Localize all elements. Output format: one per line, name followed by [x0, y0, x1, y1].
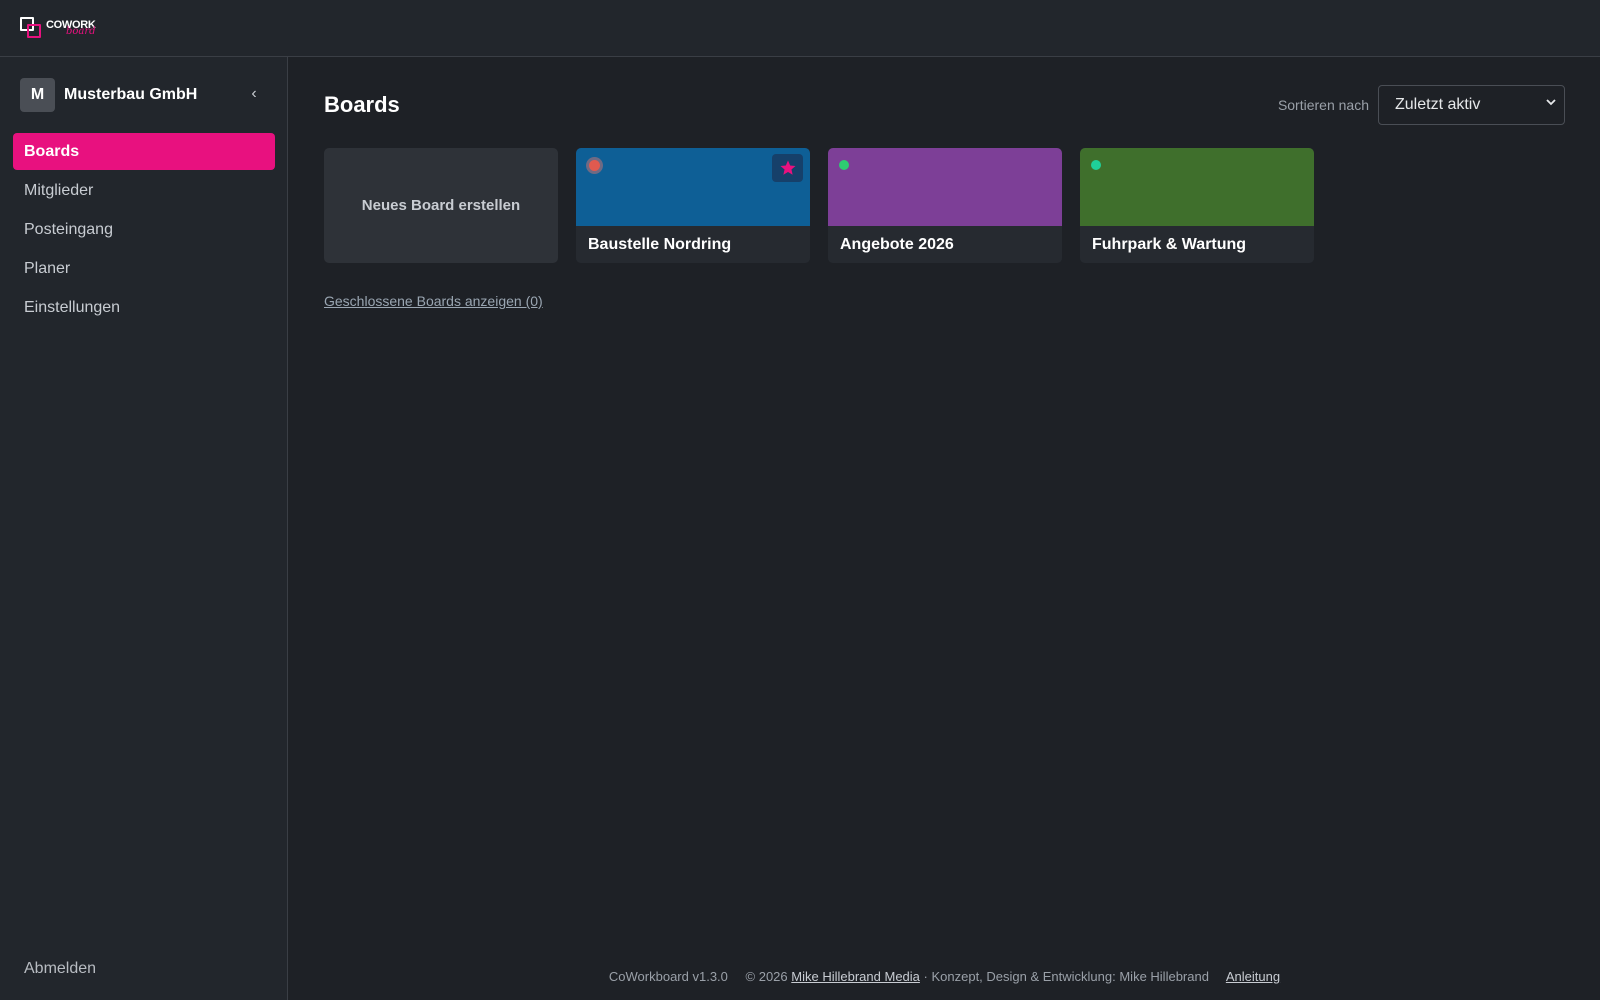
organization-header: M Musterbau GmbH ‹ — [20, 78, 276, 112]
sidebar-item-boards[interactable]: Boards — [13, 133, 275, 170]
sidebar-item-einstellungen[interactable]: Einstellungen — [13, 289, 275, 326]
main-content: Boards Sortieren nach Zuletzt aktiv Neue… — [289, 57, 1600, 1000]
logo-subtext: board — [66, 26, 96, 37]
footer: CoWorkboard v1.3.0 © 2026 Mike Hillebran… — [289, 969, 1600, 984]
footer-credits: · Konzept, Design & Entwicklung: Mike Hi… — [923, 969, 1209, 984]
board-cover — [1080, 148, 1314, 226]
sort-select-value: Zuletzt aktiv — [1395, 96, 1481, 113]
status-dot-icon — [589, 160, 600, 171]
sidebar-item-posteingang[interactable]: Posteingang — [13, 211, 275, 248]
page-title: Boards — [324, 92, 400, 117]
board-title: Baustelle Nordring — [576, 226, 810, 263]
org-name: Musterbau GmbH — [64, 86, 198, 103]
sidebar-item-mitglieder[interactable]: Mitglieder — [13, 172, 275, 209]
sort-label: Sortieren nach — [1277, 97, 1369, 113]
footer-copyright: © 2026 — [745, 969, 788, 984]
board-card[interactable]: Angebote 2026 — [828, 148, 1062, 263]
sidebar-nav: Boards Mitglieder Posteingang Planer Ein… — [13, 133, 275, 328]
footer-guide-link[interactable]: Anleitung — [1226, 969, 1280, 984]
footer-company-link[interactable]: Mike Hillebrand Media — [791, 969, 920, 984]
sidebar-item-planer[interactable]: Planer — [13, 250, 275, 287]
new-board-card[interactable]: Neues Board erstellen — [324, 148, 558, 263]
new-board-label: Neues Board erstellen — [361, 197, 521, 214]
favorite-button[interactable] — [772, 154, 803, 182]
board-cover — [576, 148, 810, 226]
board-title: Fuhrpark & Wartung — [1080, 226, 1314, 263]
footer-version: CoWorkboard v1.3.0 — [608, 969, 728, 984]
sort-select[interactable]: Zuletzt aktiv — [1378, 85, 1565, 125]
app-logo[interactable]: COWORK board — [20, 16, 96, 40]
board-grid: Neues Board erstellen Baustelle Nordring… — [324, 148, 1332, 263]
chevron-left-icon: ‹ — [251, 85, 257, 102]
board-title: Angebote 2026 — [828, 226, 1062, 263]
top-bar: COWORK board — [0, 0, 1600, 57]
org-avatar: M — [20, 78, 55, 112]
logout-link[interactable]: Abmelden — [24, 960, 96, 978]
sort-control: Sortieren nach Zuletzt aktiv — [1278, 85, 1565, 125]
status-dot-icon — [1091, 160, 1101, 170]
chevron-down-icon — [1546, 99, 1556, 106]
closed-boards-link[interactable]: Geschlossene Boards anzeigen (0) — [324, 293, 543, 309]
board-card[interactable]: Fuhrpark & Wartung — [1080, 148, 1314, 263]
collapse-sidebar-button[interactable]: ‹ — [244, 84, 264, 104]
logo-mark-icon — [20, 17, 42, 39]
star-icon — [780, 160, 795, 175]
status-dot-icon — [839, 160, 849, 170]
board-card[interactable]: Baustelle Nordring — [576, 148, 810, 263]
sidebar: M Musterbau GmbH ‹ Boards Mitglieder Pos… — [0, 57, 288, 1000]
board-cover — [828, 148, 1062, 226]
